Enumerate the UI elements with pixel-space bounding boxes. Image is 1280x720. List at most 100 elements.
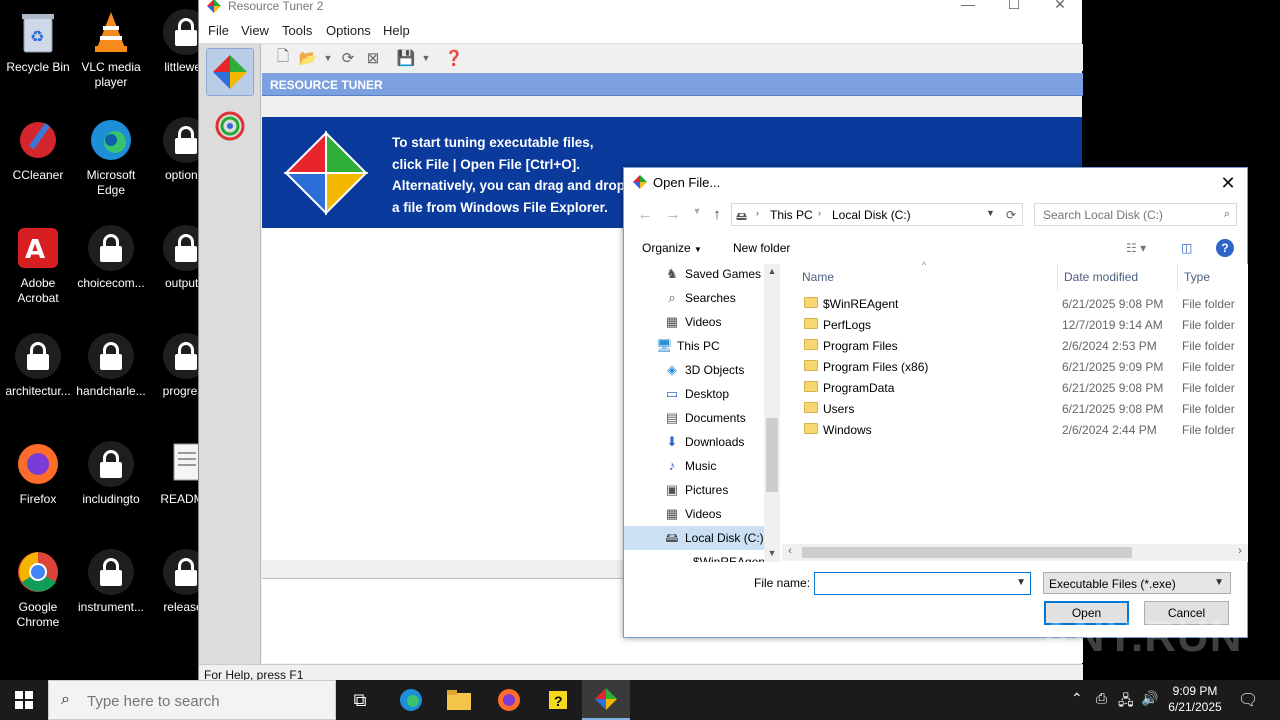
menu-file[interactable]: File [208,23,229,38]
chevron-down-icon[interactable]: ▼ [1016,577,1026,588]
file-type-select[interactable]: Executable Files (*.exe) ▼ [1043,572,1231,594]
help-workshop-icon[interactable]: ? [534,680,582,720]
scrollbar-thumb[interactable] [802,547,1132,558]
file-row[interactable]: Program Files 2/6/2024 2:53 PM File folder [782,335,1248,356]
tree-item[interactable]: ▤ Documents [624,406,764,430]
tree-item[interactable]: ▭ Desktop [624,382,764,406]
file-type: File folder [1182,423,1235,437]
close-icon[interactable]: ✕ [1215,170,1241,196]
back-arrow-icon[interactable]: ← [634,206,656,223]
desktop-icon[interactable]: includingto [73,440,149,507]
tree-item[interactable]: ⬇ Downloads [624,430,764,454]
menu-help[interactable]: Help [383,23,410,38]
tree-item[interactable]: ⌕ Searches [624,286,764,310]
taskbar-search-input[interactable] [87,691,287,711]
edge-taskbar-icon[interactable] [387,680,435,720]
file-row[interactable]: PerfLogs 12/7/2019 9:14 AM File folder [782,314,1248,335]
scrollbar-thumb[interactable] [766,418,778,492]
maximize-icon[interactable]: ☐ [991,0,1037,16]
desktop-icon[interactable]: A Adobe Acrobat [0,224,76,306]
tree-item[interactable]: ▦ Videos [624,502,764,526]
desktop-icon[interactable]: handcharle... [73,332,149,399]
up-arrow-icon[interactable]: ↑ [706,206,728,223]
chevron-down-icon[interactable]: ▼ [317,47,339,69]
scroll-down-icon[interactable]: ▼ [764,548,780,558]
search-input[interactable] [1035,204,1215,225]
refresh-icon[interactable]: ⟳ [1006,208,1016,222]
view-options-icon[interactable]: ☷ ▾ [1126,241,1146,255]
close-icon[interactable]: ✕ [1037,0,1083,16]
desktop-icon[interactable]: Microsoft Edge [73,116,149,198]
desktop-icon[interactable]: instrument... [73,548,149,615]
breadcrumb-this-pc[interactable]: This PC [770,208,813,222]
file-row[interactable]: Program Files (x86) 6/21/2025 9:09 PM File… [782,356,1248,377]
file-row[interactable]: Users 6/21/2025 9:08 PM File folder [782,398,1248,419]
scroll-right-icon[interactable]: › [1232,545,1248,557]
taskbar-search[interactable]: ⌕ [48,680,336,720]
chevron-down-icon[interactable]: ▼ [986,208,995,218]
new-file-icon[interactable]: 🗋 [272,47,294,69]
file-row[interactable]: ProgramData 6/21/2025 9:08 PM File folder [782,377,1248,398]
menu-view[interactable]: View [241,23,269,38]
file-name-combo[interactable]: ▼ [814,572,1031,595]
open-folder-icon[interactable]: 📂 [297,47,319,69]
save-dropdown-icon[interactable]: ▼ [415,47,437,69]
scroll-up-icon[interactable]: ▲ [764,266,780,276]
help-icon[interactable]: ❓ [443,47,465,69]
refresh-icon[interactable]: ⟳ [337,47,359,69]
organize-button[interactable]: Organize ▼ [642,241,702,255]
desktop-icon[interactable]: architectur... [0,332,76,399]
network-icon[interactable]: ⎙ [1096,690,1107,707]
chevron-up-icon[interactable]: ⌃ [1071,690,1083,707]
file-name: Program Files [823,339,898,353]
file-list-hscroll[interactable]: ‹ › [782,544,1248,561]
recent-locations-icon[interactable]: ▼ [686,206,708,216]
sidebar-home-button[interactable] [206,48,254,96]
column-name[interactable]: Name [782,264,1058,290]
file-name-input[interactable] [815,573,1013,594]
search-box[interactable]: ⌕ [1034,203,1237,226]
file-row[interactable]: Windows 2/6/2024 2:44 PM File folder [782,419,1248,440]
file-explorer-icon[interactable] [435,680,483,720]
file-row[interactable]: $WinREAgent 6/21/2025 9:08 PM File folder [782,293,1248,314]
notifications-icon[interactable]: 🗨 [1238,690,1258,710]
forward-arrow-icon[interactable]: → [662,206,684,223]
desktop-icon[interactable]: choicecom... [73,224,149,291]
minimize-icon[interactable]: — [945,0,991,16]
tree-item[interactable]: ♪ Music [624,454,764,478]
clock[interactable]: 9:09 PM 6/21/2025 [1160,683,1230,715]
desktop-icon[interactable]: Firefox [0,440,76,507]
tree-item[interactable]: 🖴 Local Disk (C:) [624,526,764,550]
new-folder-button[interactable]: New folder [733,241,790,255]
task-view-icon[interactable]: ⧉ [336,680,384,720]
volume-icon[interactable]: 🔊 [1141,690,1158,707]
tree-scrollbar[interactable]: ▲ ▼ [764,264,780,562]
preview-pane-icon[interactable]: ◫ [1181,241,1192,255]
address-bar[interactable]: 🖴 › This PC › Local Disk (C:) ▼ ⟳ [731,203,1023,226]
close-file-icon[interactable]: ⊠ [362,47,384,69]
tree-item[interactable]: ♞ Saved Games [624,264,764,286]
breadcrumb-local-disk[interactable]: Local Disk (C:) [832,208,911,222]
help-icon[interactable]: ? [1216,239,1234,257]
tree-item[interactable]: ▦ Videos [624,310,764,334]
column-date-modified[interactable]: Date modified [1058,264,1178,290]
tree-item[interactable]: ▣ Pictures [624,478,764,502]
desktop-icon[interactable]: VLC media player [73,8,149,90]
firefox-taskbar-icon[interactable] [485,680,533,720]
ethernet-icon[interactable]: 🖧 [1118,690,1134,714]
tree-item[interactable]: ▬ $WinREAgent [624,550,769,562]
desktop-icon[interactable]: Google Chrome [0,548,76,630]
sidebar-resource-button[interactable] [206,102,254,150]
resource-tuner-taskbar-icon[interactable] [582,680,630,720]
desktop-icon[interactable]: ♻ Recycle Bin [0,8,76,75]
menu-options[interactable]: Options [326,23,371,38]
search-icon[interactable]: ⌕ [1224,208,1230,221]
column-type[interactable]: Type [1178,264,1248,290]
menu-tools[interactable]: Tools [282,23,312,38]
tree-item[interactable]: ◈ 3D Objects [624,358,764,382]
save-icon[interactable]: 💾 [395,47,417,69]
scroll-left-icon[interactable]: ‹ [782,545,798,557]
desktop-icon[interactable]: CCleaner [0,116,76,183]
tree-item[interactable]: 🖥 This PC [624,334,764,358]
start-button[interactable] [0,680,48,720]
